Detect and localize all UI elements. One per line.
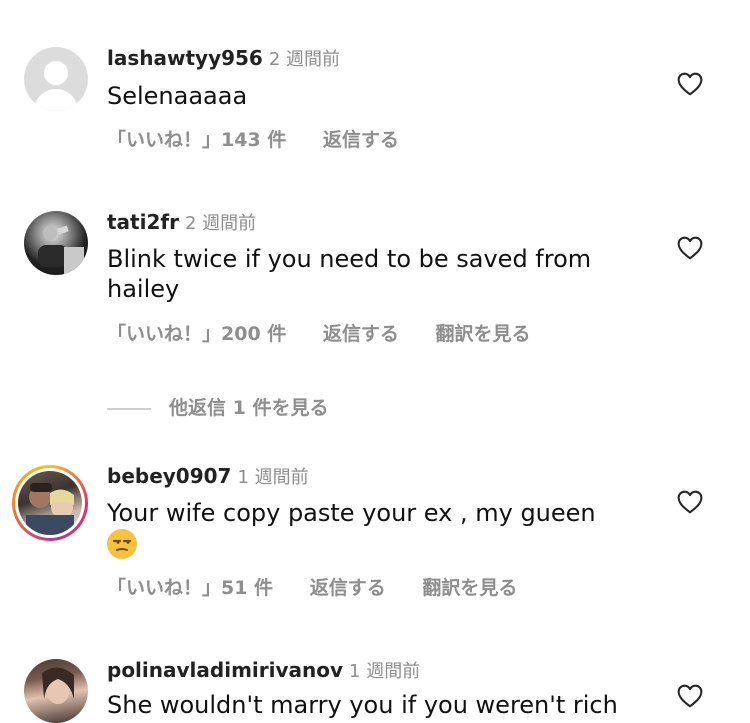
like-count[interactable]: 「いいね！」51 件: [107, 576, 273, 600]
heart-icon[interactable]: [677, 236, 703, 260]
comment-actions: 「いいね！」200 件 返信する 翻訳を見る: [107, 322, 561, 346]
avatar[interactable]: [24, 47, 88, 111]
timestamp: 1 週間前: [237, 467, 309, 488]
comment-text-body: Your wife copy paste your ex , my gueen: [107, 499, 596, 527]
comment-meta: tati2fr 2 週間前: [107, 210, 256, 236]
avatar-photo: [42, 667, 74, 704]
comment-text: Selenaaaaa: [107, 82, 248, 110]
heart-icon[interactable]: [677, 684, 703, 708]
view-more-replies-label: 他返信 1 件を見る: [169, 397, 329, 419]
avatar-photo: [38, 225, 84, 275]
default-user-head: [44, 61, 68, 85]
translate-button[interactable]: 翻訳を見る: [422, 576, 517, 600]
timestamp: 2 週間前: [268, 49, 341, 70]
like-count[interactable]: 「いいね！」143 件: [107, 128, 286, 152]
timestamp: 1 週間前: [349, 661, 421, 682]
username[interactable]: lashawtyy956: [107, 46, 263, 70]
comment-text: She wouldn't marry you if you weren't ri…: [107, 691, 618, 719]
comment-actions: 「いいね！」51 件 返信する 翻訳を見る: [107, 576, 547, 600]
username[interactable]: polinavladimirivanov: [107, 658, 343, 682]
avatar[interactable]: [24, 211, 88, 275]
divider-line: [107, 407, 151, 410]
comment-text: Your wife copy paste your ex , my gueen: [107, 498, 627, 559]
translate-button[interactable]: 翻訳を見る: [436, 322, 531, 346]
default-user-shoulders: [34, 89, 78, 111]
heart-icon[interactable]: [677, 72, 703, 96]
reply-button[interactable]: 返信する: [323, 322, 399, 346]
avatar[interactable]: [24, 659, 88, 723]
like-count[interactable]: 「いいね！」200 件: [107, 322, 286, 346]
username[interactable]: bebey0907: [107, 464, 231, 488]
username[interactable]: tati2fr: [107, 210, 179, 234]
comment-meta: polinavladimirivanov 1 週間前: [107, 658, 420, 684]
reply-button[interactable]: 返信する: [310, 576, 386, 600]
heart-icon[interactable]: [677, 490, 703, 514]
comment-meta: bebey0907 1 週間前: [107, 464, 309, 490]
view-more-replies-button[interactable]: 他返信 1 件を見る: [107, 393, 328, 420]
comment-actions: 「いいね！」143 件 返信する: [107, 128, 429, 152]
timestamp: 2 週間前: [184, 213, 257, 234]
avatar-photo: [26, 483, 74, 535]
comment-text: Blink twice if you need to be saved from…: [107, 245, 592, 303]
reply-button[interactable]: 返信する: [323, 128, 399, 152]
unamused-face-icon: [107, 529, 137, 559]
comment-meta: lashawtyy956 2 週間前: [107, 46, 340, 72]
avatar[interactable]: [18, 471, 82, 535]
